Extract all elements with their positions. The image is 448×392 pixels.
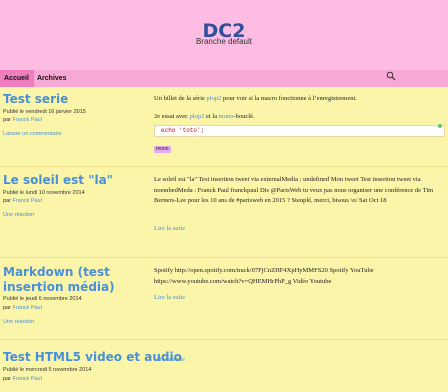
author-link[interactable]: Franck Paul (12, 198, 41, 204)
author-prefix: par (3, 376, 11, 382)
comment-link[interactable]: Laisser un commentaire (3, 131, 62, 137)
series-link[interactable]: mono (219, 113, 234, 120)
author-link[interactable]: Franck Paul (12, 305, 41, 311)
series-link[interactable]: plop2 (207, 95, 222, 102)
post-date: Publié le jeudi 6 novembre 2014 (3, 296, 82, 302)
post-author: par Franck Paul (3, 375, 42, 383)
post-date: Publié le lundi 10 novembre 2014 (3, 190, 85, 196)
divider (0, 166, 448, 167)
post-author: par Franck Paul (3, 116, 42, 124)
divider (0, 257, 448, 258)
text: et la (204, 112, 219, 120)
series-link[interactable]: plop2 (190, 113, 205, 120)
main-nav: Accueil Archives (0, 70, 448, 87)
author-link[interactable]: Franck Paul (12, 117, 41, 123)
post-author: par Franck Paul (3, 304, 42, 312)
post-title[interactable]: Le soleil est "la" (3, 173, 113, 188)
code-text: echo 'toto'; (161, 127, 205, 134)
site-description: Branche default (195, 37, 253, 46)
text: Un billet de la série (154, 95, 207, 102)
author-link[interactable]: Franck Paul (12, 376, 41, 382)
text: pour voir si la macro fonctionne à l’enr… (221, 95, 357, 102)
text: 2e essai avec (154, 112, 190, 120)
nav-item-accueil[interactable]: Accueil (0, 70, 34, 87)
post-date: Publié le mercredi 5 novembre 2014 (3, 367, 92, 373)
status-dot-icon (438, 124, 442, 128)
divider (0, 339, 448, 340)
comment-link[interactable]: Une réaction (3, 319, 34, 325)
post-date: Publié le vendredi 16 janvier 2015 (3, 109, 86, 115)
comment-link[interactable]: Une réaction (3, 212, 34, 218)
code-block: echo 'toto'; (154, 124, 445, 137)
post-content: Spotify http://open.spotify.com/track/07… (154, 267, 374, 285)
site-header: DC2 Branche default (0, 0, 448, 70)
author-prefix: par (3, 117, 11, 123)
post-content: Un billet de la série plop2 pour voir si… (154, 94, 440, 122)
read-more-link[interactable]: Lire la suite (154, 225, 185, 232)
post-title[interactable]: Markdown (test insertion média) (3, 265, 153, 295)
author-prefix: par (3, 198, 11, 204)
search-icon[interactable] (386, 71, 396, 81)
nav-item-archives[interactable]: Archives (33, 70, 71, 87)
text: -bouclé. (233, 112, 255, 120)
read-more-link[interactable]: Lire la suite (154, 356, 185, 363)
tag-badge[interactable]: mono (154, 146, 171, 153)
post-content: Le soleil est "la" Test insertion tweet … (154, 176, 434, 204)
author-prefix: par (3, 305, 11, 311)
read-more-link[interactable]: Lire la suite (154, 294, 185, 301)
post-title[interactable]: Test serie (3, 92, 68, 107)
post-author: par Franck Paul (3, 197, 42, 205)
